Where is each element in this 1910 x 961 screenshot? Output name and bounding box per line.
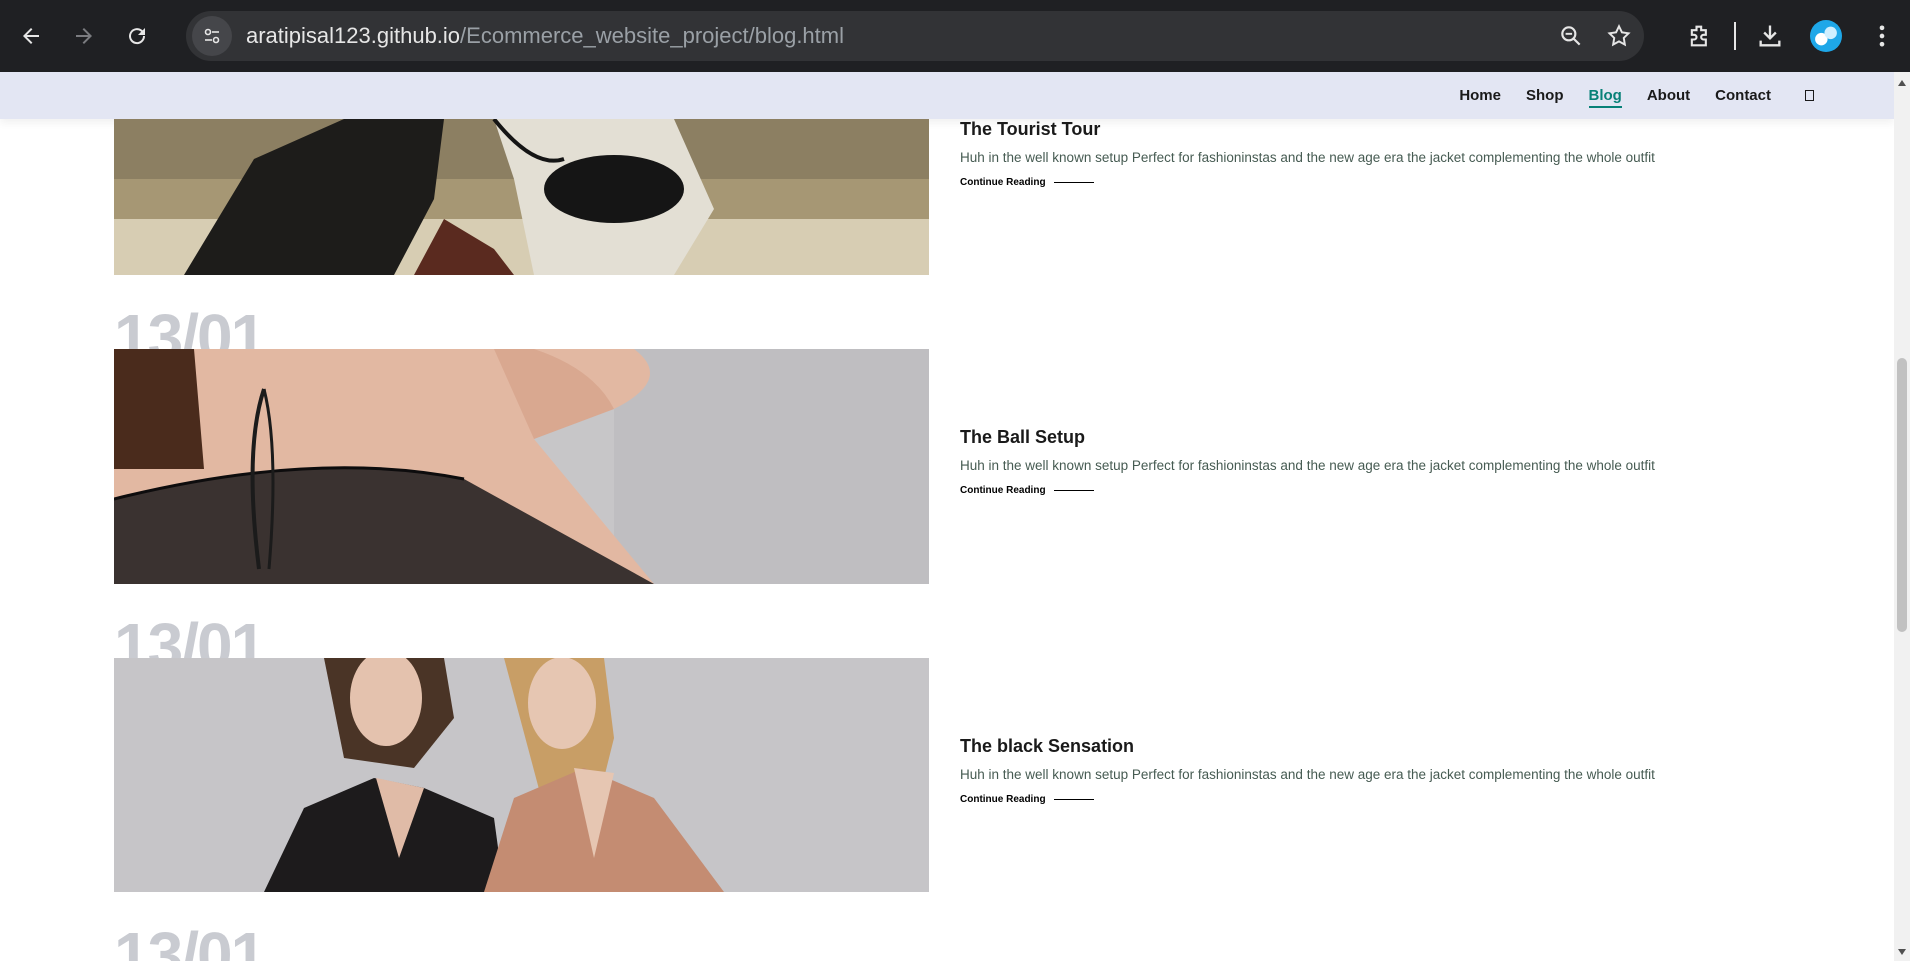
blog-title: The black Sensation xyxy=(960,736,1135,756)
reload-button[interactable] xyxy=(115,14,159,58)
blog-date: 13/01 xyxy=(114,919,266,961)
blog-title: The Ball Setup xyxy=(960,427,1086,447)
site-header: Home Shop Blog About Contact xyxy=(0,72,1894,119)
link-underline xyxy=(1053,182,1094,183)
url-path: /Ecommerce_website_project/blog.html xyxy=(460,23,844,48)
blog-details: The Tourist Tour Huh in the well known s… xyxy=(960,119,1655,188)
continue-reading-link[interactable]: Continue Reading xyxy=(960,177,1655,188)
address-bar[interactable]: aratipisal123.github.io/Ecommerce_websit… xyxy=(186,11,1644,61)
blog-image xyxy=(114,349,929,584)
download-button[interactable] xyxy=(1742,0,1798,72)
continue-reading-label: Continue Reading xyxy=(960,177,1046,188)
url-host: aratipisal123.github.io xyxy=(246,23,461,48)
download-icon xyxy=(1759,25,1781,47)
link-underline xyxy=(1053,799,1094,800)
forward-icon xyxy=(76,28,92,44)
cart-icon[interactable] xyxy=(1805,90,1814,101)
blog-details: The Ball Setup Huh in the well known set… xyxy=(960,427,1655,496)
blog-title: The Tourist Tour xyxy=(960,119,1101,139)
profile-icon xyxy=(1810,20,1842,52)
blog-excerpt: Huh in the well known setup Perfect for … xyxy=(960,767,1655,782)
forward-button[interactable] xyxy=(62,14,106,58)
toolbar-divider xyxy=(1734,22,1736,50)
blog-image xyxy=(114,658,929,892)
link-underline xyxy=(1053,490,1094,491)
blog-details: The black Sensation Huh in the well know… xyxy=(960,736,1655,805)
page-scrollbar[interactable] xyxy=(1894,72,1910,961)
continue-reading-label: Continue Reading xyxy=(960,794,1046,805)
star-icon[interactable] xyxy=(1606,23,1632,49)
scroll-down-icon[interactable] xyxy=(1898,949,1906,955)
nav-shop[interactable]: Shop xyxy=(1526,87,1564,104)
browser-toolbar: aratipisal123.github.io/Ecommerce_websit… xyxy=(0,0,1910,72)
menu-icon xyxy=(1879,25,1885,47)
blog-excerpt: Huh in the well known setup Perfect for … xyxy=(960,150,1655,165)
nav-about[interactable]: About xyxy=(1647,87,1690,104)
back-icon xyxy=(23,28,39,44)
continue-reading-label: Continue Reading xyxy=(960,485,1046,496)
nav-contact[interactable]: Contact xyxy=(1715,87,1771,104)
extensions-icon xyxy=(1690,25,1707,47)
zoom-icon[interactable] xyxy=(1558,23,1584,49)
nav-home[interactable]: Home xyxy=(1459,87,1501,104)
scroll-up-icon[interactable] xyxy=(1898,80,1906,86)
reload-icon xyxy=(129,28,146,45)
profile-button[interactable] xyxy=(1798,0,1854,72)
url-text: aratipisal123.github.io/Ecommerce_websit… xyxy=(246,23,844,49)
main-navbar: Home Shop Blog About Contact xyxy=(1434,72,1814,119)
browser-menu-button[interactable] xyxy=(1854,0,1910,72)
site-info-button[interactable] xyxy=(192,16,232,56)
continue-reading-link[interactable]: Continue Reading xyxy=(960,485,1655,496)
extensions-button[interactable] xyxy=(1672,0,1728,72)
blog-excerpt: Huh in the well known setup Perfect for … xyxy=(960,458,1655,473)
back-button[interactable] xyxy=(9,14,53,58)
site-info-icon xyxy=(204,28,220,44)
blog-image xyxy=(114,119,929,275)
nav-blog[interactable]: Blog xyxy=(1588,87,1623,108)
continue-reading-link[interactable]: Continue Reading xyxy=(960,794,1655,805)
scrollbar-thumb[interactable] xyxy=(1897,358,1907,632)
